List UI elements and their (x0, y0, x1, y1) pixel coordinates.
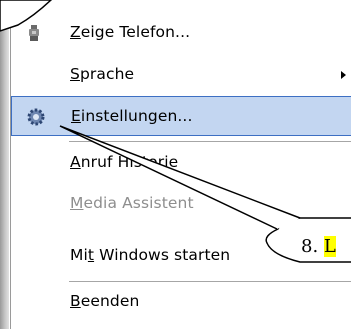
callout-overlay (0, 0, 351, 263)
callout-pointer (59, 125, 301, 230)
top-callout-bubble (0, 0, 53, 32)
callout-label: 8. L (301, 236, 336, 257)
callout-highlight: L (323, 236, 336, 257)
